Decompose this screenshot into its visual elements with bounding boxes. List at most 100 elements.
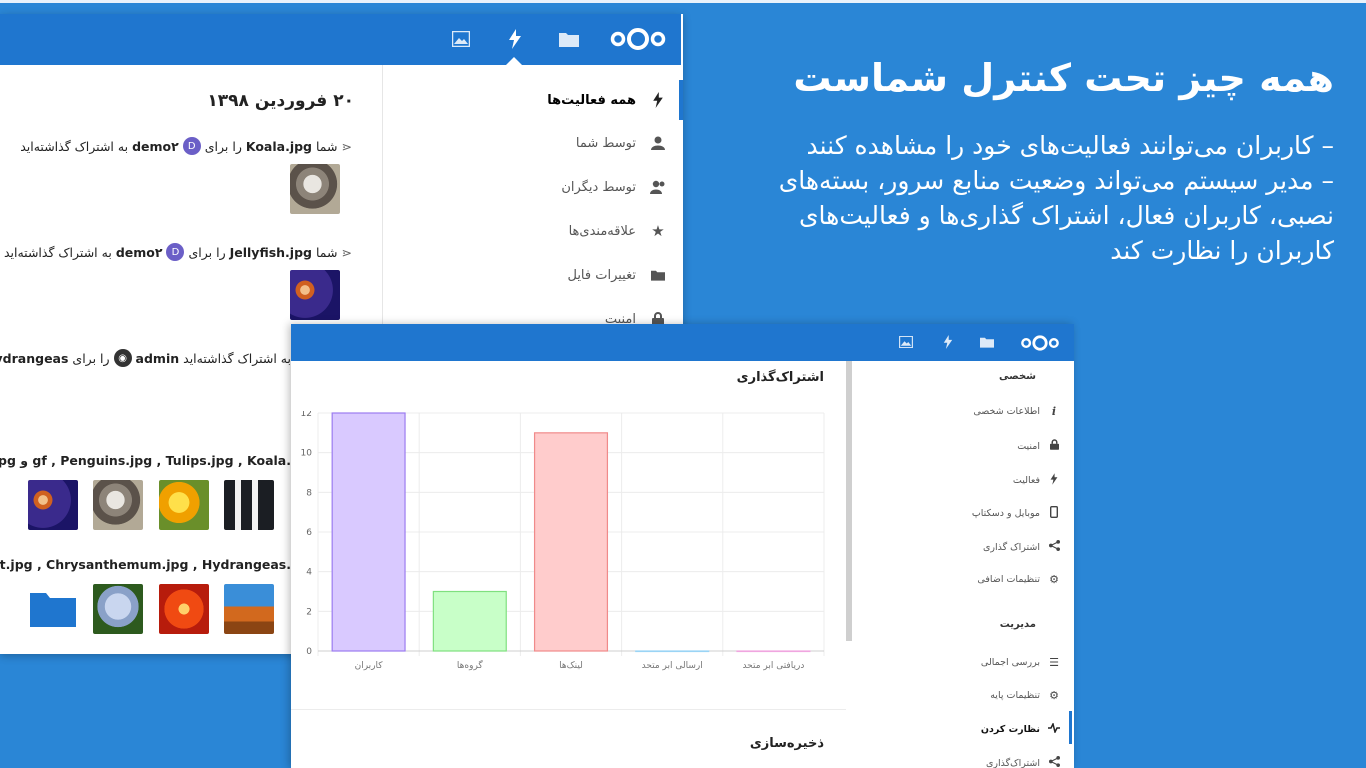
sidebar-heading-personal: شخصی bbox=[998, 371, 1036, 382]
nav-item-favorites[interactable]: ★ علاقه‌مندی‌ها bbox=[382, 211, 683, 251]
folder-icon bbox=[650, 267, 666, 283]
penguins-thumbnail[interactable] bbox=[224, 480, 274, 530]
nav-item-by-you[interactable]: توسط شما bbox=[382, 123, 683, 163]
y-tick-label: 0 bbox=[306, 647, 312, 657]
nav-label: همه فعالیت‌ها bbox=[547, 92, 636, 108]
folder-icon[interactable] bbox=[30, 589, 76, 627]
sidebar-item-overview[interactable]: ☰ بررسی اجمالی bbox=[860, 656, 1060, 669]
x-tick-label: گروه‌ها bbox=[457, 659, 484, 671]
file-link[interactable]: Hydrangeas. bbox=[0, 351, 68, 366]
nextcloud-logo-icon[interactable] bbox=[607, 24, 669, 54]
sidebar-item-additional-settings[interactable]: ⚙ تنظیمات اضافی bbox=[860, 573, 1060, 586]
nav-label: توسط دیگران bbox=[561, 179, 636, 195]
file-link[interactable]: Koala.jpg bbox=[246, 139, 312, 154]
x-tick-label: ارسالی ابر متحد bbox=[642, 661, 703, 671]
bar bbox=[331, 412, 406, 652]
chrysanthemum-thumbnail[interactable] bbox=[159, 584, 209, 634]
lightning-icon bbox=[650, 92, 666, 108]
sidebar-item-monitoring[interactable]: نظارت کردن bbox=[860, 721, 1060, 736]
y-tick-label: 2 bbox=[306, 607, 312, 617]
nextcloud-logo-icon[interactable] bbox=[1017, 333, 1063, 353]
bar bbox=[432, 590, 507, 652]
avatar: ◉ bbox=[113, 349, 132, 367]
nav-label: علاقه‌مندی‌ها bbox=[568, 223, 636, 239]
sidebar-item-basic-settings[interactable]: ⚙ تنظیمات پایه bbox=[860, 689, 1060, 702]
phone-icon bbox=[1048, 505, 1060, 521]
sidebar-item-sharing[interactable]: اشتراک گذاری bbox=[860, 540, 1060, 554]
files-list-1: llyfish.jpg و gf , Penguins.jpg , Tulips… bbox=[0, 453, 291, 468]
section-divider bbox=[291, 709, 846, 710]
headline-line-1: – کاربران می‌توانند فعالیت‌های خود را مش… bbox=[806, 131, 1334, 160]
lightning-icon bbox=[1048, 473, 1060, 488]
active-indicator bbox=[1069, 711, 1072, 744]
sidebar-item-mobile-desktop[interactable]: موبایل و دسکتاپ bbox=[860, 505, 1060, 521]
y-tick-label: 4 bbox=[306, 568, 312, 578]
sidebar-item-activity[interactable]: فعالیت bbox=[860, 473, 1060, 488]
folder-icon[interactable] bbox=[558, 29, 580, 49]
jellyfish-thumbnail[interactable] bbox=[28, 480, 78, 530]
folder-icon[interactable] bbox=[979, 335, 995, 349]
bar bbox=[533, 432, 609, 652]
hydrangeas-thumbnail[interactable] bbox=[93, 584, 143, 634]
lightning-icon[interactable] bbox=[941, 334, 955, 350]
admin-header bbox=[291, 324, 1074, 361]
pulse-icon bbox=[1048, 721, 1060, 736]
nav-item-all-activities[interactable]: همه فعالیت‌ها bbox=[382, 80, 683, 120]
headline-line-2: – مدیر سیستم می‌تواند وضعیت منابع سرور، … bbox=[778, 166, 1334, 265]
activity-stream-overflow: به اشتراک گذاشته‌اید admin ◉ را برای Hyd… bbox=[0, 349, 291, 654]
sidebar-heading-admin: مدیریت bbox=[999, 619, 1036, 630]
image-icon[interactable] bbox=[898, 335, 914, 349]
nav-item-file-changes[interactable]: تغییرات فایل bbox=[382, 255, 683, 295]
list-icon: ☰ bbox=[1049, 656, 1059, 669]
avatar: D bbox=[166, 243, 185, 261]
lightning-icon[interactable] bbox=[505, 28, 525, 50]
nav-label: توسط شما bbox=[575, 135, 636, 151]
gear-icon: ⚙ bbox=[1049, 573, 1059, 586]
y-tick-label: 10 bbox=[301, 449, 313, 459]
sharing-chart: 0 2 4 6 8 10 12 کاربران گروه‌ها لینک‌ها ارسالی ابر… bbox=[301, 411, 825, 671]
info-icon: i bbox=[1051, 405, 1057, 418]
share-icon bbox=[1048, 756, 1060, 768]
y-tick-label: 12 bbox=[301, 411, 312, 419]
section-title-storage: ذخیره‌سازی bbox=[749, 736, 824, 751]
user-link[interactable]: demo۲ bbox=[116, 245, 163, 260]
y-tick-label: 8 bbox=[306, 488, 312, 498]
user-link[interactable]: admin bbox=[136, 351, 180, 366]
activity-header bbox=[0, 14, 683, 65]
koala-thumbnail[interactable] bbox=[290, 164, 340, 214]
file-link[interactable]: Jellyfish.jpg bbox=[230, 245, 312, 260]
koala-thumbnail[interactable] bbox=[93, 480, 143, 530]
activity-entry: ⋖ شما Jellyfish.jpg را برای D demo۲ به ا… bbox=[3, 243, 352, 261]
share-icon: ⋖ bbox=[341, 138, 352, 154]
share-icon bbox=[1048, 540, 1060, 554]
sidebar-item-admin-sharing[interactable]: اشتراک‌گذاری bbox=[860, 756, 1060, 768]
jellyfish-thumbnail[interactable] bbox=[290, 270, 340, 320]
desert-thumbnail[interactable] bbox=[224, 584, 274, 634]
activity-entry: به اشتراک گذاشته‌اید admin ◉ را برای Hyd… bbox=[0, 349, 291, 367]
activity-date: ۲۰ فروردین ۱۳۹۸ bbox=[207, 91, 354, 111]
image-icon[interactable] bbox=[450, 29, 472, 49]
top-edge bbox=[0, 0, 1366, 3]
x-tick-label: لینک‌ها bbox=[559, 661, 583, 671]
headline: همه چیز تحت کنترل شماست – کاربران می‌توا… bbox=[714, 52, 1334, 268]
y-tick-label: 6 bbox=[306, 528, 312, 538]
tulips-thumbnail[interactable] bbox=[159, 480, 209, 530]
sidebar-item-personal-info[interactable]: i اطلاعات شخصی bbox=[860, 405, 1060, 418]
headline-title: همه چیز تحت کنترل شماست bbox=[793, 56, 1334, 100]
bar bbox=[635, 650, 710, 653]
user-link[interactable]: demo۲ bbox=[132, 139, 179, 154]
section-title-sharing: اشتراک‌گذاری bbox=[736, 370, 824, 385]
avatar: D bbox=[182, 137, 201, 155]
x-tick-label: دریافتی ابر متحد bbox=[742, 661, 804, 671]
share-icon: ⋖ bbox=[341, 244, 352, 260]
bar bbox=[736, 650, 811, 653]
x-tick-label: کاربران bbox=[355, 661, 384, 671]
gear-icon: ⚙ bbox=[1049, 689, 1059, 702]
lock-icon bbox=[1048, 439, 1060, 453]
admin-window: اشتراک‌گذاری 0 2 4 6 8 10 12 کاربران گروه‌ها لینک… bbox=[291, 324, 1074, 768]
users-icon bbox=[650, 179, 666, 195]
star-icon: ★ bbox=[651, 222, 665, 240]
sidebar-item-security[interactable]: امنیت bbox=[860, 439, 1060, 453]
nav-item-by-others[interactable]: توسط دیگران bbox=[382, 167, 683, 207]
activity-entry: ⋖ شما Koala.jpg را برای D demo۲ به اشترا… bbox=[20, 137, 352, 155]
